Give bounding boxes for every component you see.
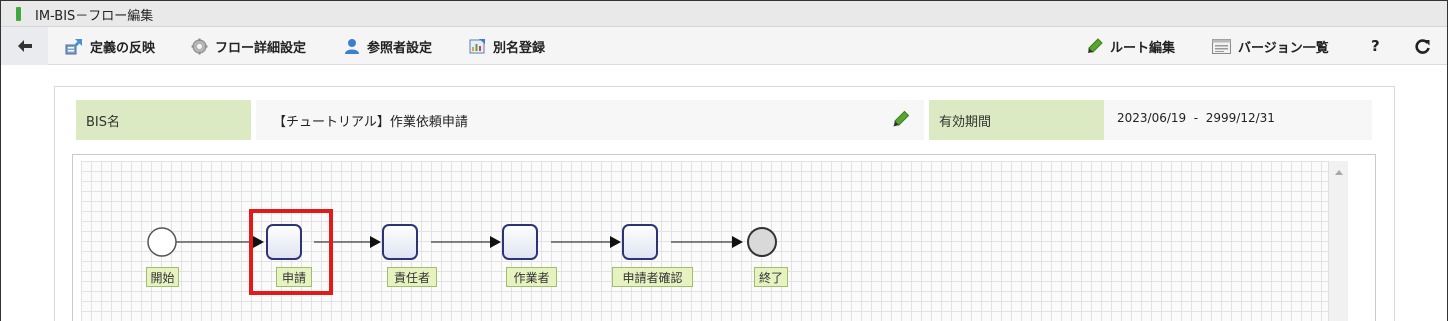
node-label-worker: 作業者 [506,267,557,287]
bis-name-label: BIS名 [76,100,251,140]
help-label: ? [1371,37,1380,55]
bis-name-text: 【チュートリアル】作業依頼申請 [273,115,468,130]
viewer-settings-label: 参照者設定 [367,40,433,56]
route-edit-label: ルート編集 [1110,40,1176,56]
version-list-button[interactable]: バージョン一覧 [1212,27,1329,65]
apply-definition-icon [65,39,82,55]
flow-detail-settings-button[interactable]: フロー詳細設定 [191,27,306,65]
validity-period-value: 2023/06/19 - 2999/12/31 [1104,100,1372,140]
task-node-applicant-confirm[interactable] [622,224,658,260]
app-window: IM-BIS－フロー編集 定義の反映 フロー詳細設定 参照者設定 別名登録 ルー… [0,0,1448,321]
arrow-left-icon [17,40,32,52]
task-node-manager[interactable] [382,224,418,260]
viewer-settings-button[interactable]: 参照者設定 [344,27,432,65]
alias-register-icon [469,38,485,53]
help-button[interactable]: ? [1371,27,1380,65]
apply-definition-label: 定義の反映 [90,40,156,56]
start-node[interactable] [147,227,177,257]
highlight-box [249,209,333,295]
toolbar: 定義の反映 フロー詳細設定 参照者設定 別名登録 ルート編集 バージョン一覧 ? [1,27,1447,65]
edit-bis-name-button[interactable] [892,110,910,128]
alias-register-button[interactable]: 別名登録 [469,27,545,65]
version-list-label: バージョン一覧 [1238,40,1329,56]
scroll-up-arrow-icon[interactable] [1335,170,1343,175]
title-bar: IM-BIS－フロー編集 [1,1,1447,27]
back-button[interactable] [1,27,48,65]
flow-connector [431,236,501,248]
bis-name-value: 【チュートリアル】作業依頼申請 [256,100,924,140]
node-label-manager: 責任者 [387,267,437,287]
node-label-end: 終了 [754,267,788,287]
refresh-button[interactable] [1415,27,1437,65]
node-label-start: 開始 [146,267,179,287]
refresh-icon [1415,38,1430,54]
window-title: IM-BIS－フロー編集 [35,9,154,24]
pencil-icon [893,110,910,127]
alias-register-label: 別名登録 [493,40,546,56]
route-edit-button[interactable]: ルート編集 [1087,27,1175,65]
canvas-vertical-scrollbar[interactable] [1328,161,1348,321]
gear-icon [191,38,208,54]
apply-definition-button[interactable]: 定義の反映 [65,27,155,65]
app-mark-icon [16,7,21,21]
flow-connector [551,236,621,248]
version-list-icon [1212,38,1231,54]
pencil-icon [1088,38,1103,53]
user-icon [345,38,359,54]
node-label-applicant-confirm: 申請者確認 [612,267,693,287]
end-node[interactable] [747,227,777,257]
task-node-worker[interactable] [502,224,538,260]
validity-period-text: 2023/06/19 - 2999/12/31 [1117,111,1275,125]
flow-detail-settings-label: フロー詳細設定 [215,40,307,56]
validity-period-label: 有効期間 [929,100,1104,140]
flow-connector [671,236,743,248]
